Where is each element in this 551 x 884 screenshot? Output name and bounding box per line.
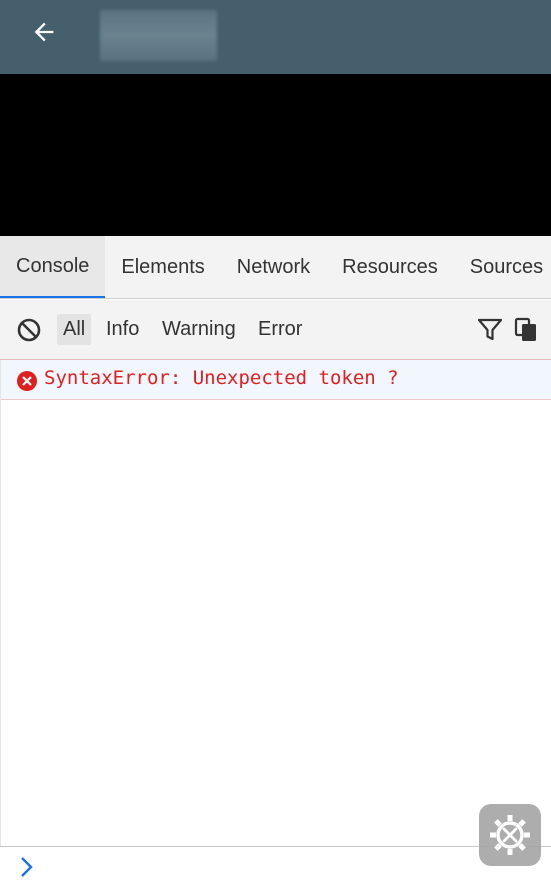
- level-all[interactable]: All: [57, 314, 92, 345]
- settings-fab[interactable]: [479, 804, 541, 866]
- tab-elements[interactable]: Elements: [105, 236, 220, 298]
- back-button[interactable]: [24, 12, 64, 52]
- settings-tools-icon: [490, 815, 530, 855]
- tab-console[interactable]: Console: [0, 236, 106, 298]
- level-warning[interactable]: Warning: [156, 314, 242, 345]
- tab-resources[interactable]: Resources: [326, 236, 454, 298]
- app-bar: [0, 0, 551, 74]
- blurred-page-title: [100, 10, 217, 61]
- error-circle-icon: [17, 371, 37, 391]
- error-message-text: SyntaxError: Unexpected token ?: [44, 367, 399, 389]
- copy-icon[interactable]: [514, 317, 538, 343]
- arrow-left-icon: [34, 22, 54, 42]
- devtools-app: Console Elements Network Resources Sourc…: [0, 0, 551, 884]
- tab-network[interactable]: Network: [221, 236, 326, 298]
- level-error[interactable]: Error: [252, 314, 308, 345]
- console-prompt[interactable]: [0, 846, 551, 884]
- page-preview: [0, 74, 551, 236]
- tab-sources[interactable]: Sources: [454, 236, 551, 298]
- chevron-right-icon: [21, 857, 33, 877]
- console-error-message[interactable]: SyntaxError: Unexpected token ?: [1, 360, 551, 400]
- console-messages: SyntaxError: Unexpected token ?: [0, 360, 551, 846]
- level-info[interactable]: Info: [100, 314, 145, 345]
- devtools-tabs: Console Elements Network Resources Sourc…: [0, 236, 551, 299]
- clear-console-icon[interactable]: [16, 317, 42, 343]
- funnel-icon[interactable]: [477, 318, 503, 342]
- console-filter-bar: All Info Warning Error: [0, 300, 551, 360]
